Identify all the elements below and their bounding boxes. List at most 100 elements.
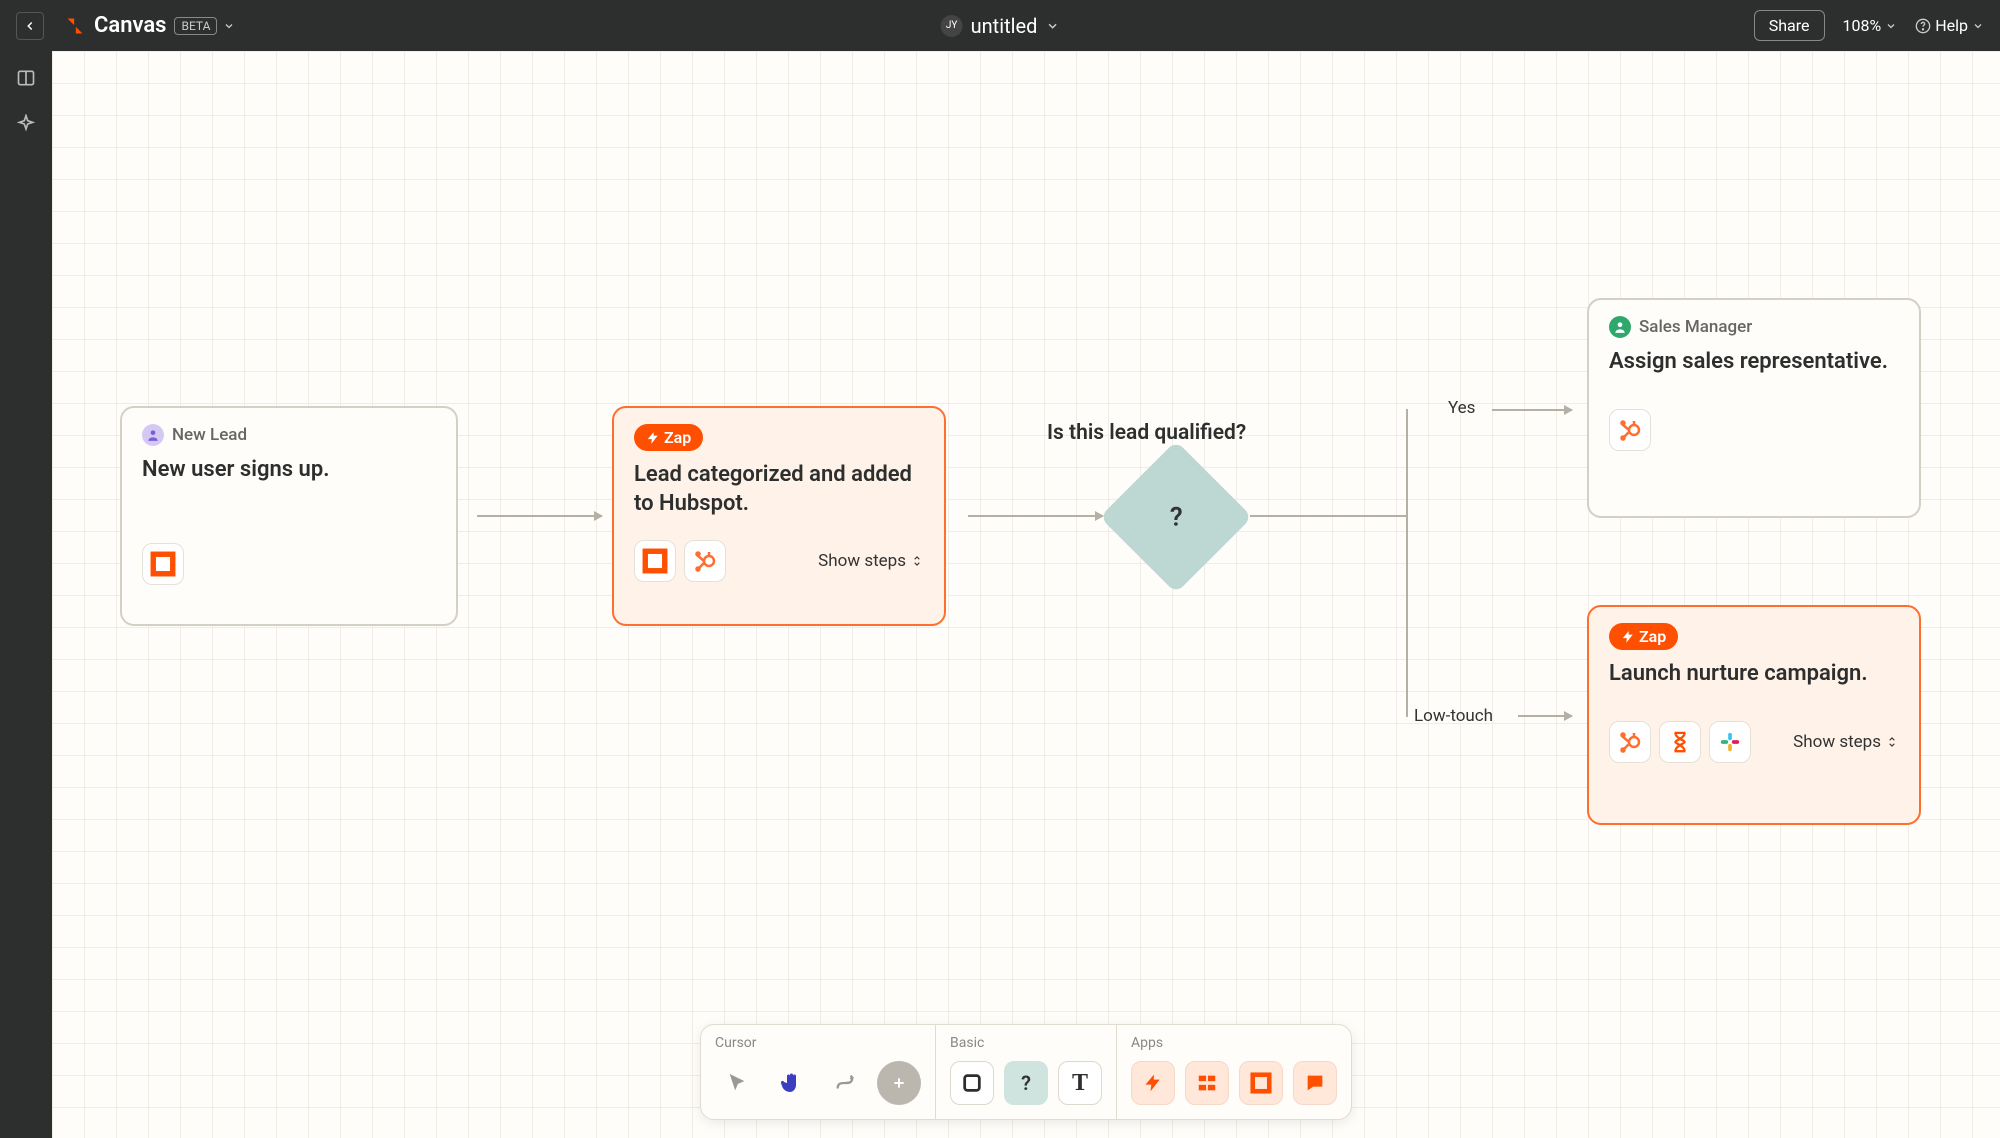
text-icon: T — [1072, 1070, 1088, 1097]
left-rail — [0, 51, 52, 1138]
zap-label: Zap — [664, 428, 691, 447]
node-nurture[interactable]: Zap Launch nurture campaign. Show steps — [1587, 605, 1921, 825]
node-app-icons: Show steps — [1609, 721, 1899, 763]
app-icon-hubspot[interactable] — [684, 540, 726, 582]
app-title: Canvas — [94, 13, 166, 38]
help-menu[interactable]: Help — [1915, 16, 1984, 35]
toolbar-cursor-section: Cursor — [701, 1025, 936, 1119]
node-title: Lead categorized and added to Hubspot. — [634, 461, 924, 518]
app-icon-slack[interactable] — [1709, 721, 1751, 763]
edge-line — [1250, 515, 1408, 517]
show-steps-label: Show steps — [1793, 732, 1881, 752]
chevron-down-icon — [1972, 20, 1984, 32]
edge-label-low: Low-touch — [1414, 706, 1493, 726]
node-app-icons: Show steps — [634, 540, 924, 582]
app-icon-delay[interactable] — [1659, 721, 1701, 763]
node-title: New user signs up. — [142, 456, 436, 485]
zoom-value: 108% — [1843, 16, 1882, 35]
node-app-icons — [142, 543, 436, 585]
tables-icon — [1196, 1072, 1218, 1094]
edge-arrow — [1518, 715, 1572, 717]
edge-arrow — [1492, 409, 1572, 411]
bolt-icon — [1621, 630, 1635, 644]
node-header: New Lead — [142, 424, 436, 446]
edge-label-yes: Yes — [1448, 398, 1475, 418]
cursor-hand-tool[interactable] — [769, 1061, 813, 1105]
decision-label: Is this lead qualified? — [1047, 421, 1246, 445]
show-steps-button[interactable]: Show steps — [1793, 732, 1899, 752]
canvas-title-dropdown[interactable] — [223, 20, 235, 32]
decision-node[interactable]: ? — [1100, 441, 1253, 594]
toolbar-basic-section: Basic ? T — [936, 1025, 1117, 1119]
chatbot-icon — [1304, 1072, 1326, 1094]
doc-title-area: JY untitled — [941, 14, 1060, 38]
pointer-icon — [726, 1072, 748, 1094]
interface-icon — [1250, 1072, 1272, 1094]
user-icon — [142, 424, 164, 446]
doc-title[interactable]: untitled — [971, 14, 1038, 38]
hand-icon — [779, 1071, 803, 1095]
cursor-pointer-tool[interactable] — [715, 1061, 759, 1105]
app-icon-hubspot[interactable] — [1609, 409, 1651, 451]
basic-text-tool[interactable]: T — [1058, 1061, 1102, 1105]
cursor-connect-tool[interactable] — [823, 1061, 867, 1105]
beta-badge: BETA — [174, 17, 217, 35]
node-header: Zap — [1609, 623, 1899, 650]
node-app-icons — [1609, 409, 1899, 451]
help-icon — [1915, 18, 1931, 34]
decision-symbol: ? — [1170, 502, 1183, 532]
node-categorize-lead[interactable]: Zap Lead categorized and added to Hubspo… — [612, 406, 946, 626]
app-icon-generic[interactable] — [142, 543, 184, 585]
chevron-down-icon[interactable] — [1045, 19, 1059, 33]
node-header: Zap — [634, 424, 924, 451]
bottom-toolbar: Cursor Basic — [700, 1024, 1352, 1120]
canvas-area[interactable]: New Lead New user signs up. Zap Lead cat… — [52, 51, 2000, 1138]
zap-badge: Zap — [1609, 623, 1678, 650]
toolbar-label-basic: Basic — [950, 1035, 1102, 1051]
node-title: Assign sales representative. — [1609, 348, 1899, 377]
arrow-path-icon — [834, 1072, 856, 1094]
user-icon — [1609, 316, 1631, 338]
apps-interfaces-tool[interactable] — [1239, 1061, 1283, 1105]
role-label: New Lead — [172, 425, 247, 445]
apps-zap-tool[interactable] — [1131, 1061, 1175, 1105]
share-button[interactable]: Share — [1754, 10, 1825, 41]
header-right-controls: Share 108% Help — [1754, 10, 1984, 41]
user-avatar[interactable]: JY — [941, 15, 963, 37]
chevron-up-down-icon — [1885, 735, 1899, 749]
ai-icon[interactable] — [15, 113, 37, 135]
cursor-comment-tool[interactable] — [877, 1061, 921, 1105]
apps-chatbot-tool[interactable] — [1293, 1061, 1337, 1105]
top-bar: Canvas BETA JY untitled Share 108% Help — [0, 0, 2000, 51]
library-icon[interactable] — [15, 67, 37, 89]
role-label: Sales Manager — [1639, 317, 1752, 337]
back-button[interactable] — [16, 12, 44, 40]
toolbar-label-cursor: Cursor — [715, 1035, 921, 1051]
chevron-down-icon — [223, 20, 235, 32]
show-steps-button[interactable]: Show steps — [818, 551, 924, 571]
node-title: Launch nurture campaign. — [1609, 660, 1899, 689]
zapier-logo-icon — [64, 15, 86, 37]
zap-badge: Zap — [634, 424, 703, 451]
plus-icon — [891, 1075, 907, 1091]
bolt-icon — [1143, 1073, 1163, 1093]
edge-line — [1406, 409, 1408, 717]
edge-arrow — [968, 515, 1103, 517]
node-header: Sales Manager — [1609, 316, 1899, 338]
app-icon-generic[interactable] — [634, 540, 676, 582]
toolbar-apps-section: Apps — [1117, 1025, 1351, 1119]
zoom-control[interactable]: 108% — [1843, 16, 1898, 35]
square-icon — [961, 1072, 983, 1094]
show-steps-label: Show steps — [818, 551, 906, 571]
chevron-up-down-icon — [910, 554, 924, 568]
question-icon: ? — [1021, 1071, 1031, 1095]
chevron-down-icon — [1885, 20, 1897, 32]
node-new-lead[interactable]: New Lead New user signs up. — [120, 406, 458, 626]
app-icon-hubspot[interactable] — [1609, 721, 1651, 763]
basic-step-tool[interactable] — [950, 1061, 994, 1105]
zap-label: Zap — [1639, 627, 1666, 646]
apps-tables-tool[interactable] — [1185, 1061, 1229, 1105]
toolbar-label-apps: Apps — [1131, 1035, 1337, 1051]
basic-decision-tool[interactable]: ? — [1004, 1061, 1048, 1105]
node-assign-rep[interactable]: Sales Manager Assign sales representativ… — [1587, 298, 1921, 518]
